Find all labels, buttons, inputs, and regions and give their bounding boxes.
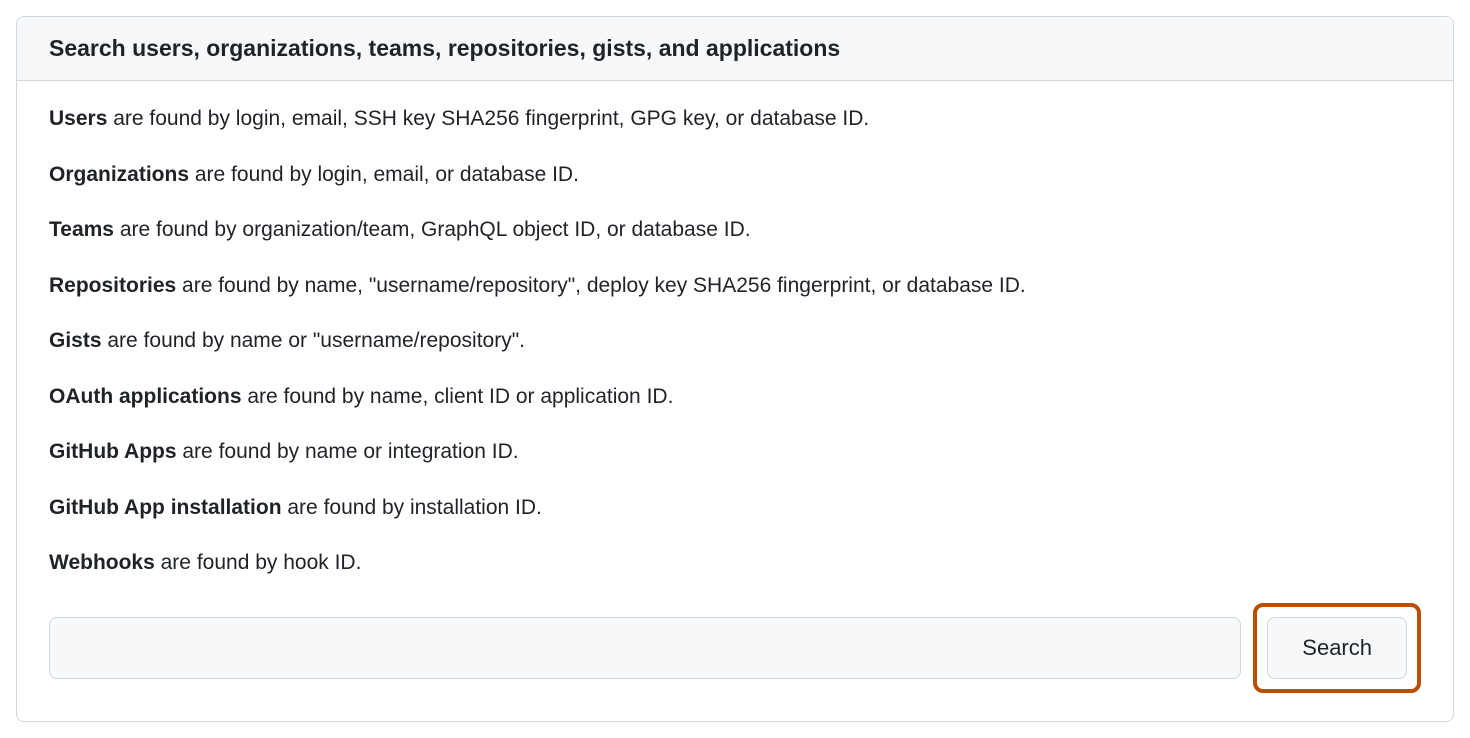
desc-text: are found by name or "username/repositor…: [102, 329, 525, 352]
desc-repositories: Repositories are found by name, "usernam…: [49, 270, 1421, 302]
panel-header: Search users, organizations, teams, repo…: [17, 17, 1453, 81]
desc-oauth-applications: OAuth applications are found by name, cl…: [49, 381, 1421, 413]
desc-text: are found by hook ID.: [155, 551, 362, 574]
search-row: Search: [49, 603, 1421, 693]
desc-organizations: Organizations are found by login, email,…: [49, 159, 1421, 191]
desc-label: Teams: [49, 218, 114, 241]
desc-webhooks: Webhooks are found by hook ID.: [49, 547, 1421, 579]
desc-label: GitHub Apps: [49, 440, 177, 463]
desc-text: are found by name, "username/repository"…: [176, 274, 1026, 297]
desc-github-apps: GitHub Apps are found by name or integra…: [49, 436, 1421, 468]
search-button[interactable]: Search: [1267, 617, 1407, 679]
desc-label: Webhooks: [49, 551, 155, 574]
desc-gists: Gists are found by name or "username/rep…: [49, 325, 1421, 357]
desc-label: OAuth applications: [49, 385, 242, 408]
desc-label: Gists: [49, 329, 102, 352]
desc-text: are found by installation ID.: [282, 496, 542, 519]
search-panel: Search users, organizations, teams, repo…: [16, 16, 1454, 722]
desc-text: are found by login, email, or database I…: [189, 163, 579, 186]
desc-teams: Teams are found by organization/team, Gr…: [49, 214, 1421, 246]
desc-label: GitHub App installation: [49, 496, 282, 519]
desc-text: are found by name or integration ID.: [177, 440, 519, 463]
desc-label: Organizations: [49, 163, 189, 186]
search-button-highlight: Search: [1253, 603, 1421, 693]
desc-text: are found by organization/team, GraphQL …: [114, 218, 751, 241]
desc-label: Repositories: [49, 274, 176, 297]
desc-users: Users are found by login, email, SSH key…: [49, 103, 1421, 135]
desc-text: are found by login, email, SSH key SHA25…: [107, 107, 869, 130]
desc-label: Users: [49, 107, 107, 130]
search-input[interactable]: [49, 617, 1241, 679]
desc-github-app-installation: GitHub App installation are found by ins…: [49, 492, 1421, 524]
panel-body: Users are found by login, email, SSH key…: [17, 81, 1453, 721]
desc-text: are found by name, client ID or applicat…: [242, 385, 674, 408]
panel-title: Search users, organizations, teams, repo…: [49, 35, 1421, 62]
